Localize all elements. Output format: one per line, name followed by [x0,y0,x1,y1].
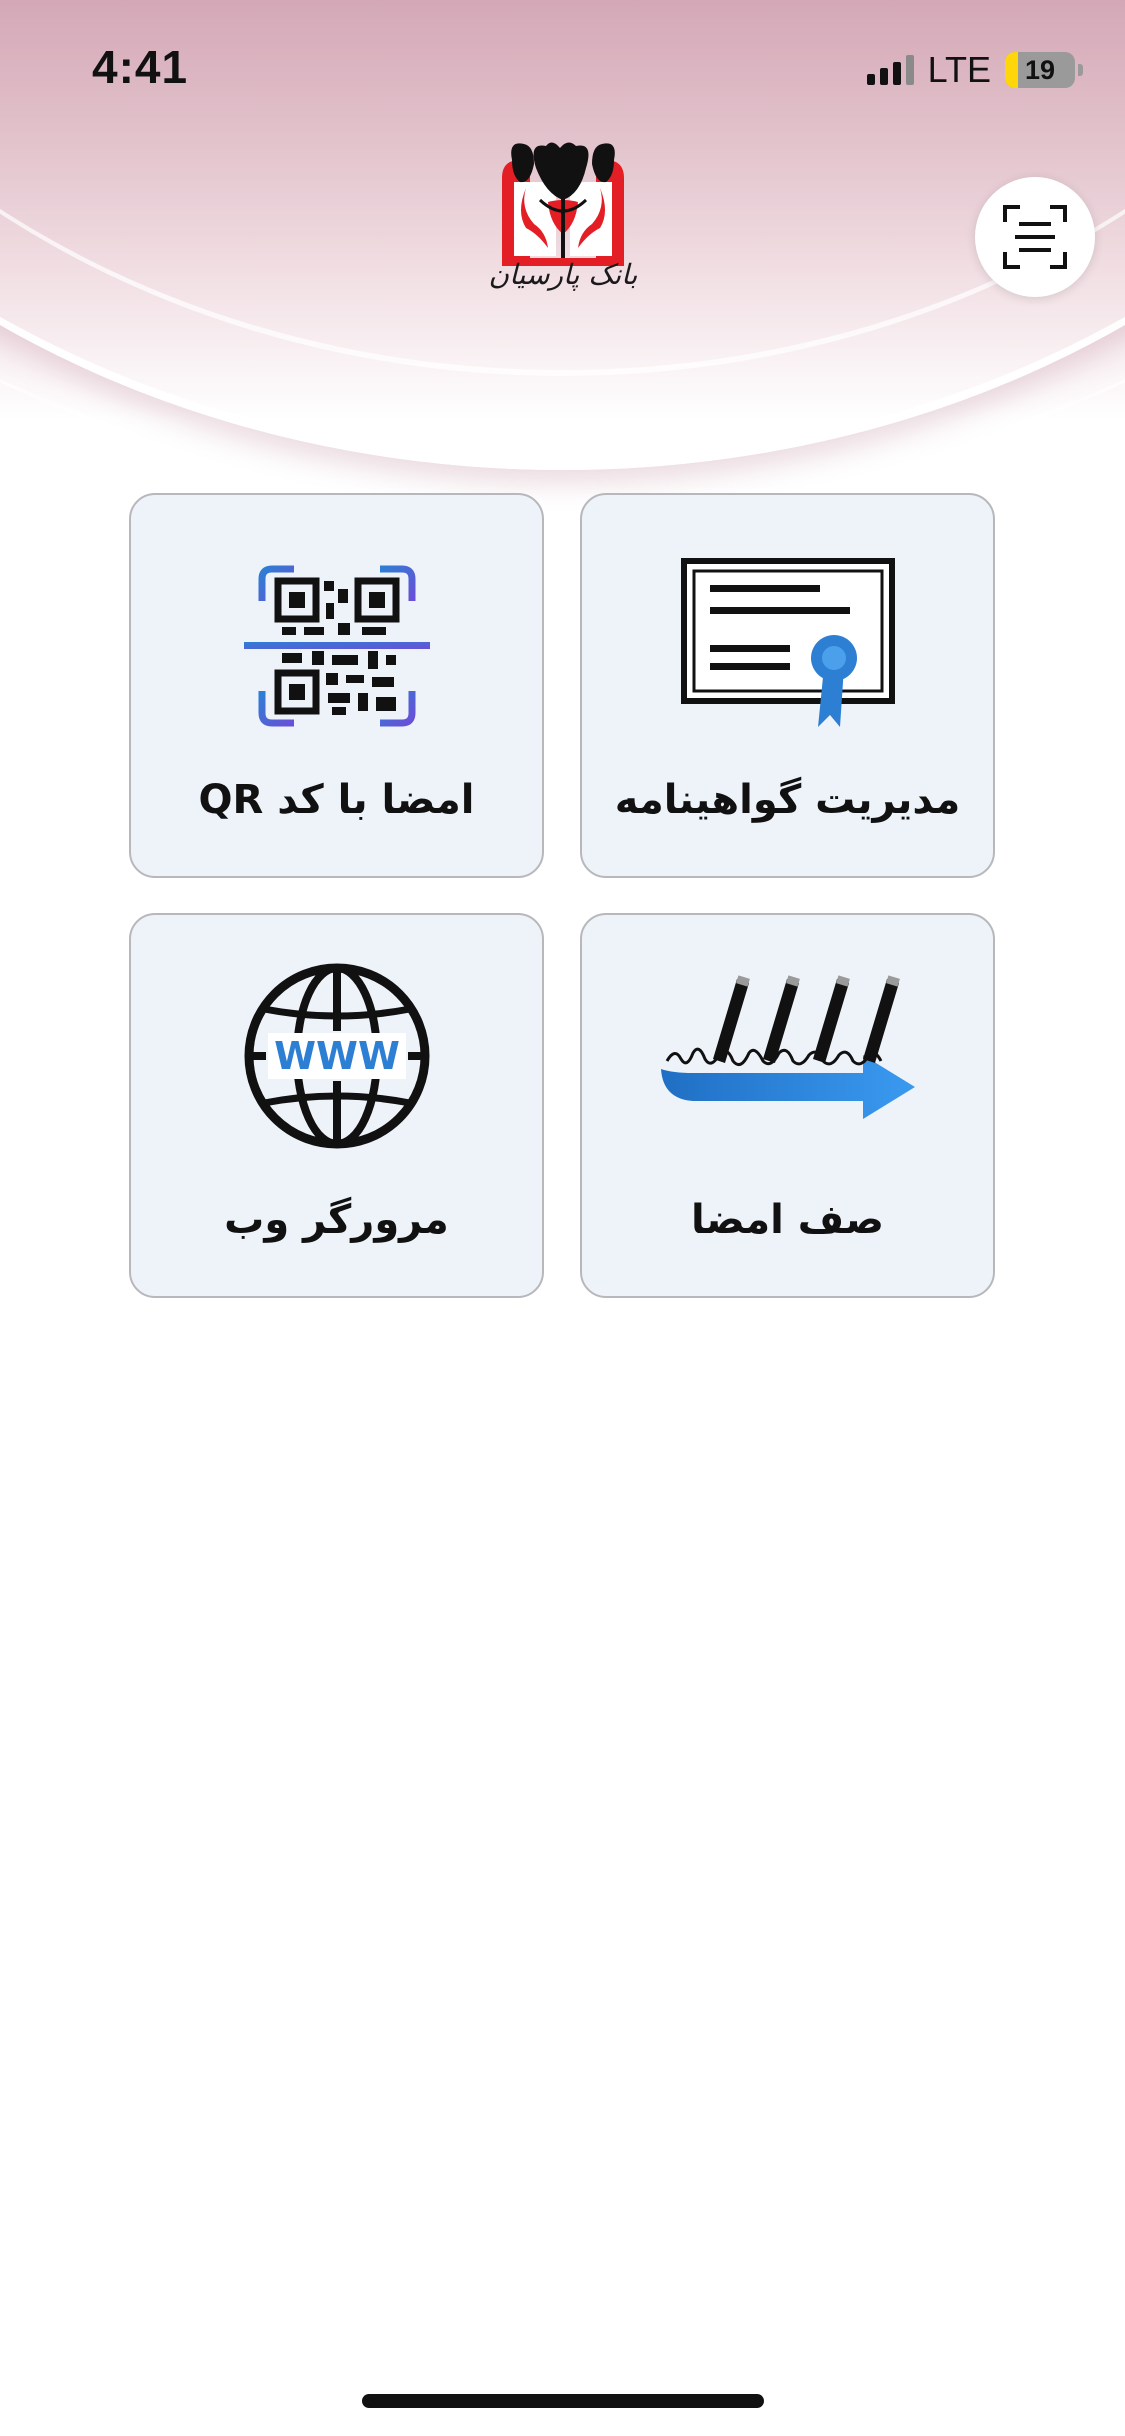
status-time: 4:41 [92,41,189,93]
battery-level: 19 [1024,54,1056,85]
cellular-signal-icon [866,55,914,85]
app-screen: 4:41 LTE 19 بانک پارسیان مدیریت گواهینام… [0,0,1125,2436]
battery-tip [1078,64,1083,76]
status-indicators: LTE 19 [866,49,1083,90]
battery: 19 [1005,52,1083,88]
certificate-icon [680,558,895,727]
tile-certificate-management[interactable]: مدیریت گواهینامه [580,493,995,878]
scan-button[interactable] [975,177,1095,297]
tile-label: مدیریت گواهینامه [614,777,961,823]
tile-label: امضا با کد QR [198,777,475,823]
www-text: WWW [274,1034,400,1078]
tile-label: مرورگر وب [224,1197,449,1243]
network-type: LTE [927,49,991,90]
www-globe-icon: WWW [244,963,429,1149]
battery-icon: 19 [1005,52,1075,88]
tile-label: صف امضا [690,1197,885,1243]
home-indicator[interactable] [362,2394,764,2408]
battery-fill [1005,52,1019,88]
tile-web-browser[interactable]: WWW مرورگر وب [129,913,544,1298]
tile-signature-queue[interactable]: صف امضا [580,913,995,1298]
signature-queue-icon [660,975,915,1119]
document-scan-icon [1003,205,1067,269]
bank-name: بانک پارسیان [488,258,638,291]
tile-qr-sign[interactable]: امضا با کد QR [129,493,544,878]
qr-scan-icon [243,565,430,727]
